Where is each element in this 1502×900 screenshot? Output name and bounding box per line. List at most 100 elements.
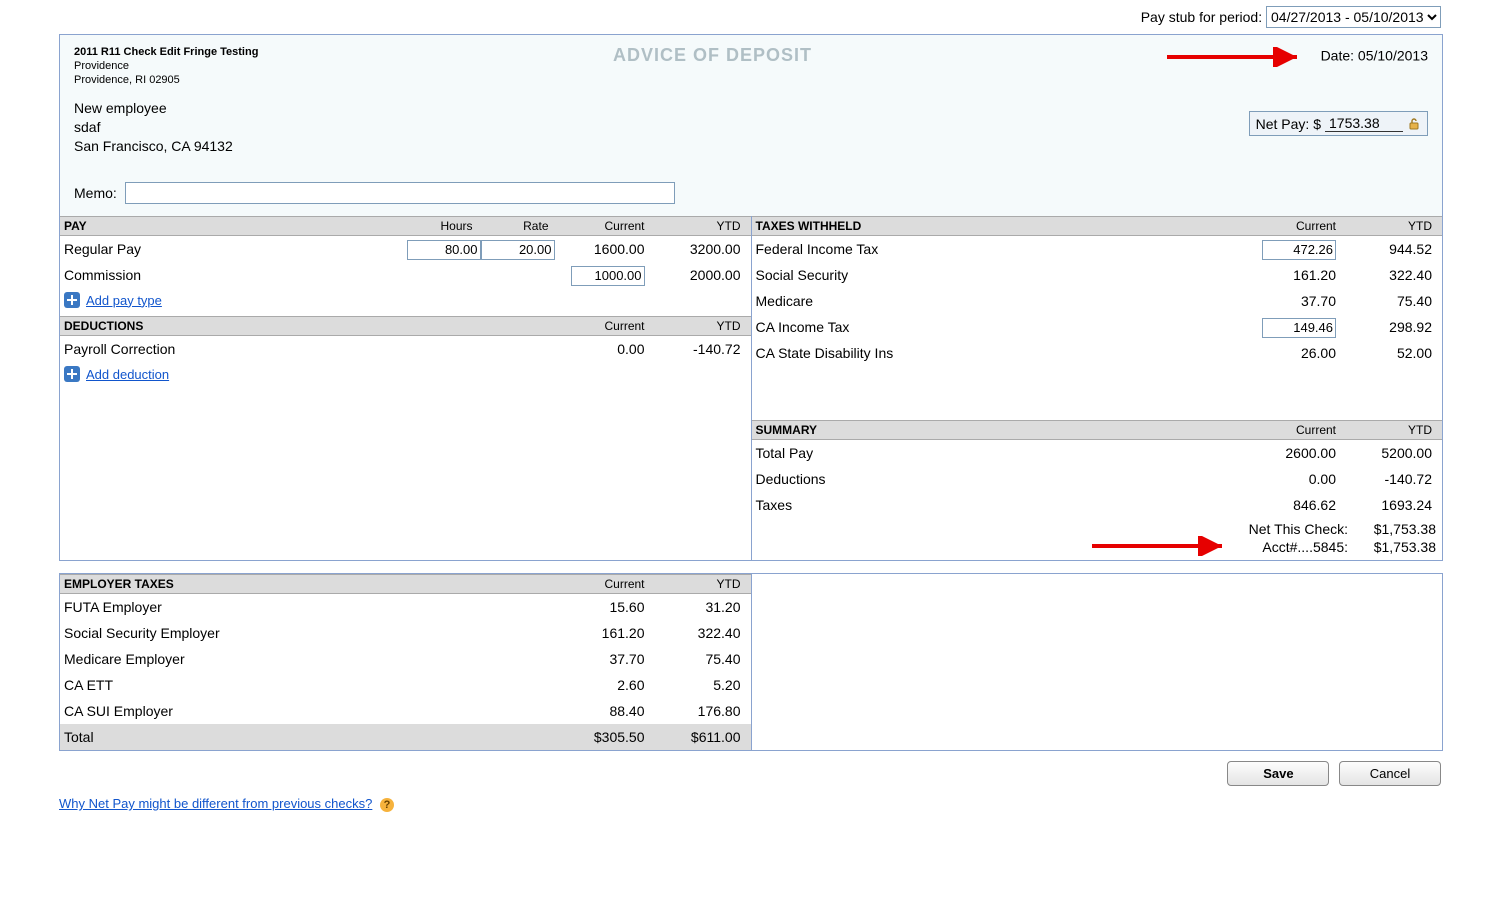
col-hours: Hours [403,219,479,233]
pay-ytd: 3200.00 [651,238,747,260]
company-city: Providence [74,59,258,73]
rate-input[interactable] [481,240,555,260]
summary-ytd: 1693.24 [1342,494,1438,516]
tax-row: CA State Disability Ins26.0052.00 [752,340,1443,366]
pay-label: Commission [64,264,407,286]
acct-value: $1,753.38 [1356,538,1436,556]
summary-current: 846.62 [1246,494,1342,516]
employer-tax-current: 15.60 [555,596,651,618]
pay-current: 1600.00 [555,238,651,260]
pay-label: Regular Pay [64,238,407,260]
plus-icon[interactable] [64,292,80,308]
summary-ytd: -140.72 [1342,468,1438,490]
employer-tax-label: Social Security Employer [64,622,555,644]
summary-label: Taxes [756,494,1247,516]
memo-label: Memo: [74,185,117,201]
add-pay-type-row: Add pay type [60,288,751,316]
col-ytd: YTD [651,319,747,333]
total-current: $305.50 [555,726,651,748]
employer-tax-ytd: 176.80 [651,700,747,722]
period-select[interactable]: 04/27/2013 - 05/10/2013 [1266,6,1441,28]
memo-input[interactable] [125,182,675,204]
tax-row: CA Income Tax298.92 [752,314,1443,340]
taxes-header: TAXES WITHHELD Current YTD [752,216,1443,236]
date-label: Date: [1321,48,1354,64]
footer-link-row: Why Net Pay might be different from prev… [59,792,1443,816]
payee-block: New employee sdaf San Francisco, CA 9413… [74,99,1428,156]
pay-rate [481,238,555,260]
total-ytd: $611.00 [651,726,747,748]
net-pay-box: Net Pay: $ 1753.38 [1249,111,1428,136]
col-ytd: YTD [651,219,747,233]
deductions-title: DEDUCTIONS [64,319,143,333]
help-icon[interactable]: ? [380,798,394,812]
add-pay-type-link[interactable]: Add pay type [86,293,162,308]
col-current: Current [555,219,651,233]
tax-label: Medicare [756,290,1247,312]
memo-row: Memo: [74,182,1428,204]
company-name: 2011 R11 Check Edit Fringe Testing [74,45,258,59]
deduction-row: Payroll Correction0.00-140.72 [60,336,751,362]
employer-tax-label: CA SUI Employer [64,700,555,722]
net-pay-value: 1753.38 [1325,115,1403,132]
tax-current [1246,238,1342,260]
tax-current: 26.00 [1246,342,1342,364]
col-ytd: YTD [1342,423,1438,437]
deduction-current: 0.00 [555,338,651,360]
tax-current: 37.70 [1246,290,1342,312]
employer-tax-row: Medicare Employer37.7075.40 [60,646,751,672]
tax-ytd: 298.92 [1342,316,1438,338]
period-label: Pay stub for period: [1141,9,1262,25]
tax-label: Social Security [756,264,1247,286]
employer-tax-current: 2.60 [555,674,651,696]
tax-row: Federal Income Tax944.52 [752,236,1443,262]
annotation-arrow-icon [1092,536,1232,560]
employer-tax-current: 88.40 [555,700,651,722]
unlock-icon[interactable] [1407,117,1421,131]
employer-tax-ytd: 5.20 [651,674,747,696]
employer-tax-label: Medicare Employer [64,648,555,670]
pay-row: Regular Pay 1600.003200.00 [60,236,751,262]
tax-current-input[interactable] [1262,318,1336,338]
plus-icon[interactable] [64,366,80,382]
hours-input[interactable] [407,240,481,260]
col-current: Current [555,577,651,591]
tax-label: Federal Income Tax [756,238,1247,260]
employer-tax-current: 161.20 [555,622,651,644]
employer-tax-label: CA ETT [64,674,555,696]
summary-ytd: 5200.00 [1342,442,1438,464]
tax-current: 161.20 [1246,264,1342,286]
cancel-button[interactable]: Cancel [1339,761,1441,786]
company-block: 2011 R11 Check Edit Fringe Testing Provi… [74,45,258,87]
current-input[interactable] [571,266,645,286]
employer-taxes-box: EMPLOYER TAXES Current YTD FUTA Employer… [59,573,1443,751]
tax-ytd: 75.40 [1342,290,1438,312]
tax-label: CA State Disability Ins [756,342,1247,364]
add-deduction-link[interactable]: Add deduction [86,367,169,382]
payee-name: New employee [74,99,1428,118]
date-value: 05/10/2013 [1358,48,1428,64]
deduction-label: Payroll Correction [64,338,555,360]
employer-tax-label: FUTA Employer [64,596,555,618]
summary-label: Deductions [756,468,1247,490]
col-ytd: YTD [1342,219,1438,233]
left-column: PAY Hours Rate Current YTD Regular Pay 16… [60,216,752,560]
pay-ytd: 2000.00 [651,264,747,286]
summary-title: SUMMARY [756,423,818,437]
total-label: Total [64,726,555,748]
payee-line2: sdaf [74,118,1428,137]
employer-taxes-total-row: Total $305.50 $611.00 [60,724,751,750]
pay-row: Commission 2000.00 [60,262,751,288]
employer-tax-ytd: 322.40 [651,622,747,644]
pay-header: PAY Hours Rate Current YTD [60,216,751,236]
employer-tax-ytd: 75.40 [651,648,747,670]
check-header: 2011 R11 Check Edit Fringe Testing Provi… [60,35,1442,216]
tax-ytd: 322.40 [1342,264,1438,286]
employer-taxes-header: EMPLOYER TAXES Current YTD [60,574,751,594]
tax-current-input[interactable] [1262,240,1336,260]
col-current: Current [1246,219,1342,233]
pay-title: PAY [64,219,87,233]
tax-current [1246,316,1342,338]
save-button[interactable]: Save [1227,761,1329,786]
why-net-pay-link[interactable]: Why Net Pay might be different from prev… [59,796,372,811]
